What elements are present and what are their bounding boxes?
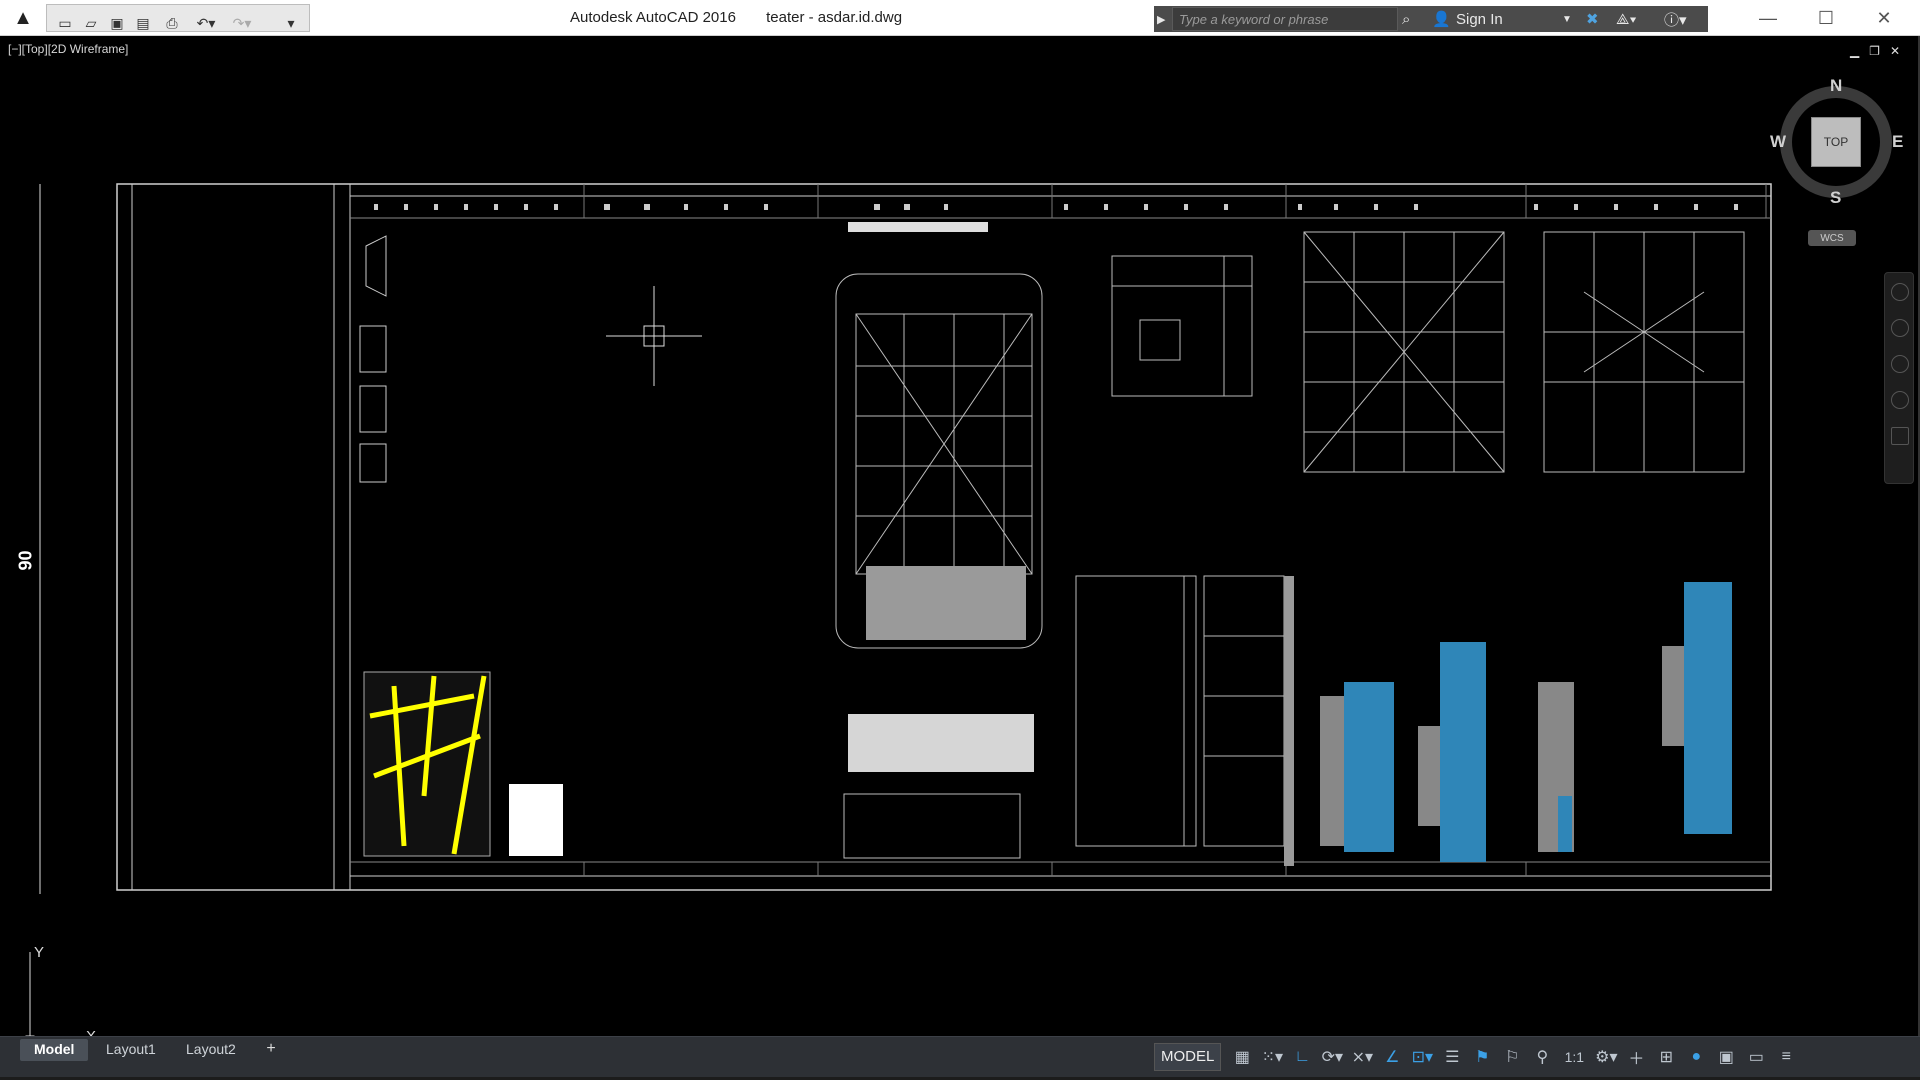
dimension-text: 90 bbox=[15, 550, 36, 571]
showmotion-icon[interactable] bbox=[1891, 427, 1909, 445]
steering-wheel-icon[interactable] bbox=[1891, 283, 1909, 301]
application-menu-button[interactable]: ▲ bbox=[0, 0, 46, 36]
object-snap-icon[interactable]: ⊡▾ bbox=[1407, 1043, 1437, 1071]
hardware-acceleration-icon[interactable]: ▣ bbox=[1711, 1043, 1741, 1071]
binoculars-icon[interactable]: ⌕ bbox=[1402, 7, 1410, 31]
auto-scale-icon[interactable]: ⚐ bbox=[1497, 1043, 1527, 1071]
tab-model[interactable]: Model bbox=[20, 1039, 89, 1061]
annotation-monitor-icon[interactable]: ＋ bbox=[1621, 1043, 1651, 1071]
floor-plan-2 bbox=[1303, 231, 1505, 473]
isolate-objects-icon[interactable]: ● bbox=[1681, 1043, 1711, 1071]
plot-icon[interactable]: ⎙ bbox=[159, 11, 185, 35]
compass-west[interactable]: W bbox=[1770, 132, 1786, 152]
object-snap-tracking-icon[interactable]: ∠ bbox=[1377, 1043, 1407, 1071]
maximize-button[interactable]: ☐ bbox=[1806, 4, 1846, 32]
close-window-button[interactable]: ✕ bbox=[1864, 4, 1904, 32]
workspace-gear-icon[interactable]: ⚙▾ bbox=[1591, 1043, 1621, 1071]
quick-access-toolbar: ▭ ▱ ▣ ▤ ⎙ ↶▾ ↷▾ ▾ bbox=[46, 4, 310, 32]
elevation-glazing bbox=[1558, 796, 1572, 852]
tab-layout1[interactable]: Layout1 bbox=[92, 1039, 170, 1061]
new-file-icon[interactable]: ▭ bbox=[53, 11, 77, 35]
save-as-icon[interactable]: ▤ bbox=[131, 11, 155, 35]
status-bar: Model Layout1 Layout2 + MODEL ▦ ⁙▾ ∟ ⟳▾ … bbox=[0, 1036, 1920, 1080]
customization-menu-icon[interactable]: ≡ bbox=[1771, 1043, 1801, 1071]
status-toggles: MODEL ▦ ⁙▾ ∟ ⟳▾ ⨯▾ ∠ ⊡▾ ☰ ⚑ ⚐ ⚲ 1:1 ⚙▾ ＋… bbox=[1154, 1041, 1920, 1073]
viewcube[interactable]: TOP N S E W bbox=[1770, 76, 1903, 208]
compass-south[interactable]: S bbox=[1830, 188, 1841, 208]
add-layout-button[interactable]: + bbox=[258, 1040, 284, 1062]
user-icon[interactable]: 👤 bbox=[1432, 7, 1451, 31]
model-space-button[interactable]: MODEL bbox=[1154, 1043, 1222, 1071]
open-file-icon[interactable]: ▱ bbox=[79, 11, 103, 35]
search-input[interactable]: Type a keyword or phrase bbox=[1172, 7, 1398, 31]
floor-plan-3 bbox=[1543, 231, 1745, 473]
redo-icon[interactable]: ↷▾ bbox=[227, 11, 257, 35]
product-name: Autodesk AutoCAD 2016 bbox=[570, 9, 736, 26]
minimize-button[interactable]: — bbox=[1748, 4, 1788, 32]
elevation-glazing bbox=[1684, 582, 1732, 834]
drawing-sheet bbox=[39, 183, 1772, 894]
wcs-menu[interactable]: WCS bbox=[1808, 230, 1856, 246]
polar-tracking-icon[interactable]: ⟳▾ bbox=[1317, 1043, 1347, 1071]
title-band-text-marks bbox=[374, 204, 1738, 210]
window-title: Autodesk AutoCAD 2016 teater - asdar.id.… bbox=[570, 9, 928, 26]
ucs-icon: Y X bbox=[20, 944, 110, 1036]
customize-toolbar-icon[interactable]: ▾ bbox=[279, 11, 303, 35]
navigation-bar bbox=[1884, 272, 1914, 484]
elevation-glazing bbox=[1344, 682, 1394, 852]
save-icon[interactable]: ▣ bbox=[105, 11, 129, 35]
help-icon[interactable]: ⓘ▾ bbox=[1664, 7, 1687, 31]
ucs-y-label: Y bbox=[34, 944, 45, 961]
units-icon[interactable]: ⊞ bbox=[1651, 1043, 1681, 1071]
annotation-visibility-icon[interactable]: ⚑ bbox=[1467, 1043, 1497, 1071]
legend-blocks bbox=[359, 235, 387, 483]
site-legend-table bbox=[843, 793, 1021, 859]
floor-plan-1 bbox=[1111, 255, 1253, 397]
section-drawings bbox=[1075, 575, 1285, 847]
expand-search-icon[interactable]: ▶ bbox=[1157, 7, 1165, 31]
pan-icon[interactable] bbox=[1891, 319, 1909, 337]
autodesk-a360-icon[interactable]: ⟁▾ bbox=[1616, 7, 1637, 31]
elevation-glazing bbox=[1440, 642, 1486, 862]
annotation-scale-value[interactable]: 1:1 bbox=[1557, 1043, 1591, 1071]
isometric-drafting-icon[interactable]: ⨯▾ bbox=[1347, 1043, 1377, 1071]
elevation-hatch bbox=[1662, 646, 1684, 746]
sign-in-dropdown-icon[interactable]: ▼ bbox=[1562, 7, 1572, 31]
exchange-apps-icon[interactable]: ✖ bbox=[1586, 7, 1599, 31]
drawing-canvas[interactable]: [−][Top][2D Wireframe] ▁ ❐ ✕ 90 TOP N S … bbox=[4, 36, 1920, 1036]
site-hatch bbox=[866, 566, 1026, 640]
section-wall-hatch bbox=[1284, 576, 1294, 866]
ucs-x-label: X bbox=[86, 1028, 96, 1036]
snap-mode-icon[interactable]: ⁙▾ bbox=[1257, 1043, 1287, 1071]
grid-icon[interactable]: ▦ bbox=[1227, 1043, 1257, 1071]
tab-layout2[interactable]: Layout2 bbox=[172, 1039, 250, 1061]
undo-icon[interactable]: ↶▾ bbox=[191, 11, 221, 35]
document-name: teater - asdar.id.dwg bbox=[766, 9, 903, 26]
site-parking-hatch bbox=[848, 714, 1034, 772]
sign-in-button[interactable]: Sign In bbox=[1456, 7, 1503, 31]
compass-east[interactable]: E bbox=[1892, 132, 1903, 152]
site-label-bar bbox=[848, 222, 988, 232]
compass-north[interactable]: N bbox=[1830, 76, 1842, 96]
lineweight-icon[interactable]: ☰ bbox=[1437, 1043, 1467, 1071]
north-arrow-block bbox=[509, 784, 563, 856]
annotation-scale-icon[interactable]: ⚲ bbox=[1527, 1043, 1557, 1071]
sheet-column-separators bbox=[583, 184, 1767, 876]
crosshair-cursor bbox=[606, 286, 702, 386]
zoom-icon[interactable] bbox=[1891, 355, 1909, 373]
title-bar: ▲ ▭ ▱ ▣ ▤ ⎙ ↶▾ ↷▾ ▾ Autodesk AutoCAD 201… bbox=[0, 0, 1920, 36]
viewcube-top-face[interactable]: TOP bbox=[1811, 117, 1861, 167]
ortho-icon[interactable]: ∟ bbox=[1287, 1043, 1317, 1071]
clean-screen-icon[interactable]: ▭ bbox=[1741, 1043, 1771, 1071]
orbit-icon[interactable] bbox=[1891, 391, 1909, 409]
infocenter: ▶ Type a keyword or phrase ⌕ 👤 Sign In ▼… bbox=[1154, 6, 1708, 32]
